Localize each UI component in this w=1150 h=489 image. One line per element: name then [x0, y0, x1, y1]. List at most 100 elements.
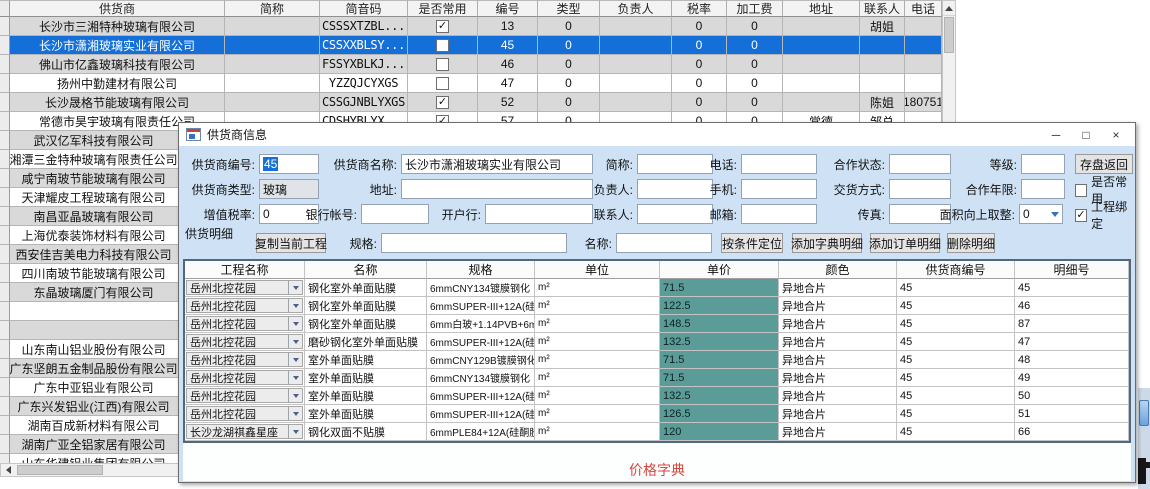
common-use-checkbox-row[interactable]: 是否常用 — [1075, 182, 1135, 198]
scroll-left-arrow-icon[interactable] — [1, 464, 16, 476]
row-header[interactable] — [0, 36, 10, 55]
add-dict-detail-button[interactable]: 添加字典明细 — [792, 233, 862, 253]
supplier-row[interactable]: 扬州中勤建材有限公司YZZQJCYXGS47000 — [0, 74, 956, 93]
address-input[interactable] — [401, 179, 593, 199]
coop-status-input[interactable] — [889, 154, 951, 174]
common-checkbox[interactable] — [436, 96, 449, 109]
detail-row[interactable]: 岳州北控花园室外单面贴膜6mmSUPER-III+12A(硅...m²126.5… — [185, 405, 1129, 423]
column-header-id[interactable]: 编号 — [478, 0, 538, 17]
column-header-fee[interactable]: 加工费 — [727, 0, 783, 17]
detail-row[interactable]: 岳州北控花园室外单面贴膜6mmCNY129B镀膜钢化m²71.5异地合片4548 — [185, 351, 1129, 369]
detail-row[interactable]: 岳州北控花园钢化室外单面贴膜6mm白玻+1.14PVB+6mm...m²148.… — [185, 315, 1129, 333]
common-use-checkbox[interactable] — [1075, 184, 1087, 197]
background-blue-button[interactable] — [1139, 400, 1149, 426]
project-combobox[interactable]: 长沙龙湖祺鑫星座 — [186, 424, 303, 439]
row-header[interactable] — [0, 340, 10, 359]
row-header[interactable] — [0, 207, 10, 226]
detail-row[interactable]: 岳州北控花园室外单面贴膜6mmSUPER-III+12A(硅...m²132.5… — [185, 387, 1129, 405]
grade-input[interactable] — [1021, 154, 1065, 174]
row-header[interactable] — [0, 435, 10, 454]
row-header[interactable] — [0, 302, 10, 321]
project-combobox[interactable]: 岳州北控花园 — [186, 406, 303, 421]
email-input[interactable] — [741, 204, 817, 224]
contact-input[interactable] — [637, 204, 713, 224]
locate-by-condition-button[interactable]: 按条件定位 — [721, 233, 783, 253]
project-combobox[interactable]: 岳州北控花园 — [186, 280, 303, 295]
column-header-phone[interactable]: 电话 — [905, 0, 942, 17]
supplier-name-input[interactable] — [401, 154, 593, 174]
supplier-row[interactable]: 长沙市潇湘玻璃实业有限公司CSSXXBLSY...45000 — [0, 36, 956, 55]
column-header-common[interactable]: 是否常用 — [408, 0, 478, 17]
detail-column-header[interactable]: 工程名称 — [185, 261, 305, 279]
bank-input[interactable] — [485, 204, 593, 224]
project-combobox[interactable]: 岳州北控花园 — [186, 388, 303, 403]
row-header[interactable] — [0, 131, 10, 150]
area-round-combobox[interactable]: 0 — [1019, 204, 1063, 224]
column-header-supplier[interactable]: 供货商 — [10, 0, 225, 17]
delete-detail-button[interactable]: 删除明细 — [947, 233, 995, 253]
row-header[interactable] — [0, 397, 10, 416]
row-header[interactable] — [0, 416, 10, 435]
row-header[interactable] — [0, 245, 10, 264]
maximize-icon[interactable]: □ — [1071, 123, 1101, 146]
row-header[interactable] — [0, 264, 10, 283]
name-filter-input[interactable] — [616, 233, 712, 253]
row-header[interactable] — [0, 378, 10, 397]
copy-current-project-button[interactable]: 复制当前工程 — [256, 233, 326, 253]
supplier-row[interactable]: 长沙市三湘特种玻璃有限公司CSSSXTZBL...13000胡姐 — [0, 17, 956, 36]
common-checkbox[interactable] — [436, 58, 449, 71]
minimize-icon[interactable]: ─ — [1041, 123, 1071, 146]
detail-row[interactable]: 岳州北控花园钢化室外单面贴膜6mmCNY134镀膜钢化m²71.5异地合片454… — [185, 279, 1129, 297]
supplier-type-input[interactable] — [259, 179, 319, 199]
project-bind-checkbox[interactable] — [1075, 209, 1087, 222]
column-header-pinyin[interactable]: 简音码 — [320, 0, 408, 17]
phone-input[interactable] — [741, 154, 817, 174]
add-order-detail-button[interactable]: 添加订单明细 — [870, 233, 940, 253]
row-header[interactable] — [0, 283, 10, 302]
detail-column-header[interactable]: 颜色 — [779, 261, 897, 279]
common-checkbox[interactable] — [436, 20, 449, 33]
dialog-titlebar[interactable]: 供货商信息 ─ □ × — [179, 123, 1135, 146]
column-header-abbr[interactable]: 简称 — [225, 0, 320, 17]
column-header-manager[interactable]: 负责人 — [600, 0, 672, 17]
column-header-address[interactable]: 地址 — [783, 0, 860, 17]
detail-column-header[interactable]: 供货商编号 — [897, 261, 1015, 279]
supplier-row[interactable]: 佛山市亿鑫玻璃科技有限公司FSSYXBLKJ...46000 — [0, 55, 956, 74]
detail-row[interactable]: 岳州北控花园钢化室外单面贴膜6mmSUPER-III+12A(硅...m²122… — [185, 297, 1129, 315]
row-header[interactable] — [0, 112, 10, 131]
common-checkbox[interactable] — [436, 77, 449, 90]
vertical-scrollbar-thumb[interactable] — [944, 17, 954, 53]
abbr-input[interactable] — [637, 154, 713, 174]
save-return-button[interactable]: 存盘返回 — [1075, 154, 1133, 174]
detail-column-header[interactable]: 单价 — [660, 261, 779, 279]
delivery-input[interactable] — [889, 179, 951, 199]
detail-row[interactable]: 岳州北控花园室外单面贴膜6mmCNY134镀膜钢化m²71.5异地合片4549 — [185, 369, 1129, 387]
spec-filter-input[interactable] — [381, 233, 567, 253]
bank-account-input[interactable] — [361, 204, 429, 224]
horizontal-scrollbar-thumb[interactable] — [17, 465, 103, 475]
close-icon[interactable]: × — [1101, 123, 1131, 146]
project-bind-checkbox-row[interactable]: 工程绑定 — [1075, 207, 1135, 223]
row-header[interactable] — [0, 93, 10, 112]
column-header-type[interactable]: 类型 — [538, 0, 600, 17]
detail-column-header[interactable]: 规格 — [427, 261, 535, 279]
row-header[interactable] — [0, 226, 10, 245]
row-header[interactable] — [0, 321, 10, 340]
project-combobox[interactable]: 岳州北控花园 — [186, 352, 303, 367]
detail-column-header[interactable]: 明细号 — [1015, 261, 1129, 279]
row-header[interactable] — [0, 74, 10, 93]
column-header-tax[interactable]: 税率 — [672, 0, 727, 17]
column-header-contact[interactable]: 联系人 — [860, 0, 905, 17]
project-combobox[interactable]: 岳州北控花园 — [186, 334, 303, 349]
detail-row[interactable]: 岳州北控花园磨砂钢化室外单面贴膜6mmSUPER-III+12A(硅...m²1… — [185, 333, 1129, 351]
manager-input[interactable] — [637, 179, 713, 199]
supplier-id-input[interactable]: 45 — [259, 154, 319, 174]
common-checkbox[interactable] — [436, 39, 449, 52]
row-header[interactable] — [0, 359, 10, 378]
row-header[interactable] — [0, 17, 10, 36]
project-combobox[interactable]: 岳州北控花园 — [186, 298, 303, 313]
scroll-up-arrow-icon[interactable] — [943, 1, 955, 16]
row-header[interactable] — [0, 55, 10, 74]
row-header[interactable] — [0, 169, 10, 188]
detail-column-header[interactable]: 单位 — [535, 261, 660, 279]
